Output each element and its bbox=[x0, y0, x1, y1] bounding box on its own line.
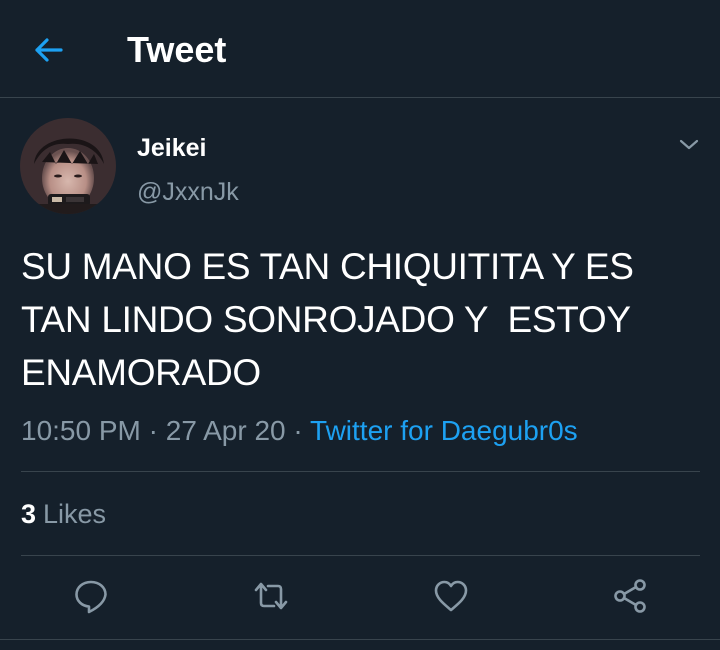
page-title: Tweet bbox=[127, 29, 227, 70]
back-button[interactable] bbox=[30, 32, 66, 68]
chevron-down-icon bbox=[679, 139, 699, 150]
tweet-text-line: ENAMORADO bbox=[21, 352, 261, 393]
arrow-left-icon bbox=[35, 38, 63, 62]
meta-separator: · bbox=[293, 415, 303, 446]
divider bbox=[21, 471, 700, 472]
avatar[interactable] bbox=[20, 118, 116, 214]
top-bar: Tweet bbox=[0, 0, 720, 98]
reply-button[interactable] bbox=[72, 577, 110, 615]
heart-icon bbox=[434, 580, 468, 612]
tweet-text: SU MANO ES TAN CHIQUITITA Y ES TAN LINDO… bbox=[21, 240, 701, 399]
tweet-options-button[interactable] bbox=[677, 133, 701, 157]
likes-count-link[interactable]: 3 Likes bbox=[21, 497, 106, 531]
tweet-text-line: TAN LINDO SONROJADO Y ESTOY bbox=[21, 299, 631, 340]
author-handle[interactable]: @JxxnJk bbox=[137, 177, 239, 207]
tweet-text-line: SU MANO ES TAN CHIQUITITA Y ES bbox=[21, 246, 634, 287]
likes-label: Likes bbox=[43, 499, 107, 529]
retweet-icon bbox=[254, 582, 288, 610]
author-display-name[interactable]: Jeikei bbox=[137, 133, 207, 163]
tweet-source-link[interactable]: Twitter for Daegubr0s bbox=[310, 415, 578, 446]
tweet-date: 27 Apr 20 bbox=[165, 415, 286, 446]
meta-separator: · bbox=[148, 415, 158, 446]
likes-count: 3 bbox=[21, 499, 37, 529]
reply-icon bbox=[75, 580, 107, 614]
divider bbox=[21, 555, 700, 556]
like-button[interactable] bbox=[432, 577, 470, 615]
share-icon bbox=[614, 579, 646, 613]
share-button[interactable] bbox=[612, 577, 650, 615]
tweet-time: 10:50 PM bbox=[21, 415, 141, 446]
tweet-metadata: 10:50 PM · 27 Apr 20 · Twitter for Daegu… bbox=[21, 413, 578, 449]
retweet-button[interactable] bbox=[252, 577, 290, 615]
divider bbox=[0, 639, 720, 640]
